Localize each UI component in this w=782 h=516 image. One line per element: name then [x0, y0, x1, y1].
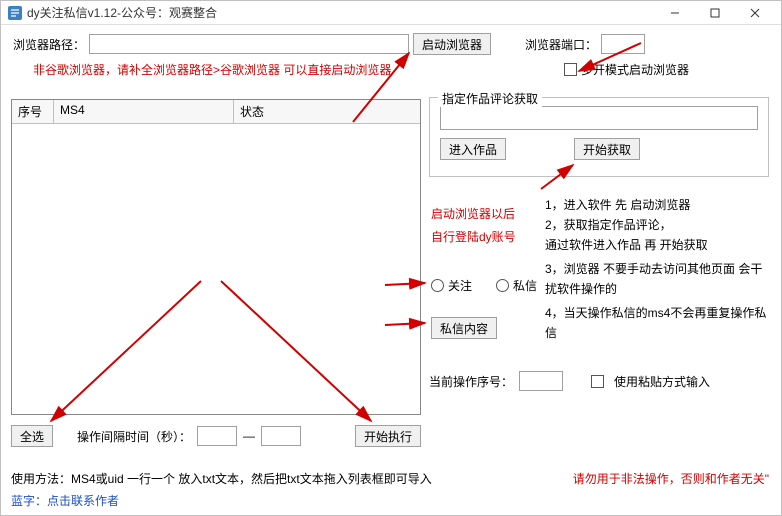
instr-3: 3，浏览器 不要手动去访问其他页面 会干扰软件操作的	[545, 259, 769, 299]
start-browser-button[interactable]: 启动浏览器	[413, 33, 491, 55]
interval-dash: —	[243, 429, 255, 443]
radio-dm-label: 私信	[513, 277, 537, 294]
group-title: 指定作品评论获取	[438, 90, 542, 107]
multi-open-checkbox[interactable]	[564, 63, 577, 76]
dm-content-button[interactable]: 私信内容	[431, 317, 497, 339]
multi-open-label: 多开模式启动浏览器	[581, 61, 689, 78]
titlebar: dy关注私信v1.12-公众号：观赛整合	[1, 1, 781, 25]
maximize-button[interactable]	[695, 2, 735, 24]
instr-2: 2，获取指定作品评论，	[545, 215, 769, 235]
instr-1: 1，进入软件 先 启动浏览器	[545, 195, 769, 215]
instr-2b: 通过软件进入作品 再 开始获取	[545, 235, 769, 255]
browser-port-label: 浏览器端口：	[525, 36, 597, 53]
usage-text: 使用方法：MS4或uid 一行一个 放入txt文本，然后把txt文本拖入列表框即…	[11, 470, 432, 487]
browser-path-input[interactable]	[89, 34, 409, 54]
app-icon	[7, 5, 23, 21]
annot-login: 自行登陆dy账号	[431, 228, 516, 245]
nonchrome-note: 非谷歌浏览器，请补全浏览器路径>谷歌浏览器 可以直接启动浏览器	[33, 61, 391, 78]
warn-text: 请勿用于非法操作，否则和作者无关"	[573, 470, 769, 487]
interval-min-input[interactable]	[197, 426, 237, 446]
start-exec-button[interactable]: 开始执行	[355, 425, 421, 447]
data-table[interactable]: 序号 MS4 状态	[11, 99, 421, 415]
select-all-button[interactable]: 全选	[11, 425, 53, 447]
interval-label: 操作间隔时间（秒）：	[77, 428, 191, 445]
instructions-block: 1，进入软件 先 启动浏览器 2，获取指定作品评论， 通过软件进入作品 再 开始…	[539, 195, 769, 343]
cur-index-label: 当前操作序号：	[429, 373, 513, 390]
window-title: dy关注私信v1.12-公众号：观赛整合	[27, 4, 655, 21]
enter-work-button[interactable]: 进入作品	[440, 138, 506, 160]
th-ms4: MS4	[54, 100, 234, 123]
comment-fetch-group: 指定作品评论获取 进入作品 开始获取	[429, 97, 769, 177]
close-button[interactable]	[735, 2, 775, 24]
cur-index-input[interactable]	[519, 371, 563, 391]
radio-dm[interactable]	[496, 279, 509, 292]
work-url-input[interactable]	[440, 106, 758, 130]
paste-mode-label: 使用粘贴方式输入	[614, 373, 710, 390]
browser-port-input[interactable]	[601, 34, 645, 54]
th-status: 状态	[234, 100, 420, 123]
interval-max-input[interactable]	[261, 426, 301, 446]
radio-follow-label: 关注	[448, 277, 472, 294]
start-fetch-button[interactable]: 开始获取	[574, 138, 640, 160]
annot-start-browser: 启动浏览器以后	[431, 205, 516, 222]
paste-mode-checkbox[interactable]	[591, 375, 604, 388]
minimize-button[interactable]	[655, 2, 695, 24]
table-header: 序号 MS4 状态	[12, 100, 420, 124]
browser-path-label: 浏览器路径：	[13, 36, 85, 53]
radio-follow[interactable]	[431, 279, 444, 292]
th-index: 序号	[12, 100, 54, 123]
instr-4: 4，当天操作私信的ms4不会再重复操作私信	[545, 303, 769, 343]
contact-author-link[interactable]: 蓝字：点击联系作者	[11, 492, 119, 509]
